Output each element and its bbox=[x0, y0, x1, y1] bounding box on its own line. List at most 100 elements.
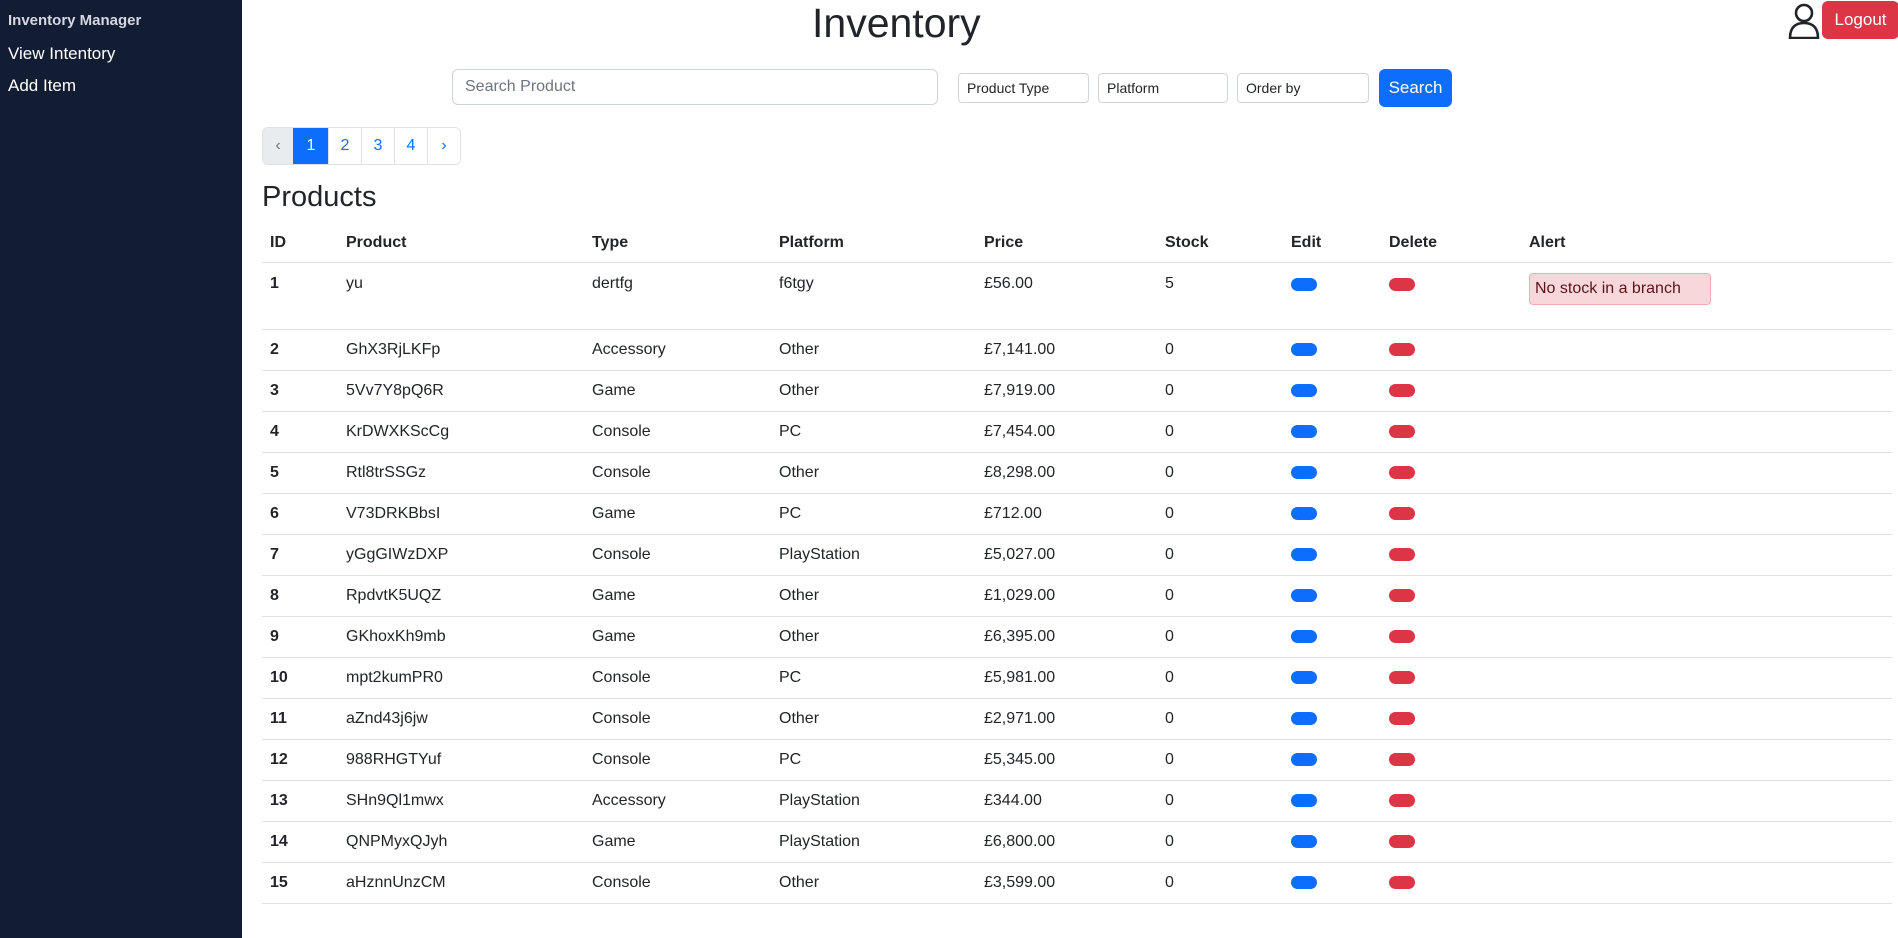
delete-button[interactable] bbox=[1389, 506, 1415, 520]
cell-delete bbox=[1381, 821, 1521, 863]
delete-button[interactable] bbox=[1389, 793, 1415, 807]
cell-product: aHznnUnzCM bbox=[338, 862, 584, 904]
sidebar-item-view-inventory[interactable]: View Intentory bbox=[8, 44, 115, 64]
cell-edit bbox=[1283, 657, 1381, 699]
cell-stock: 0 bbox=[1157, 780, 1283, 822]
delete-button[interactable] bbox=[1389, 752, 1415, 766]
search-input[interactable] bbox=[452, 69, 938, 105]
pagination-page-1[interactable]: 1 bbox=[293, 128, 328, 164]
cell-platform: PlayStation bbox=[771, 780, 976, 822]
cell-delete bbox=[1381, 370, 1521, 412]
pagination-page-2[interactable]: 2 bbox=[328, 128, 361, 164]
person-icon[interactable] bbox=[1788, 3, 1820, 39]
delete-button[interactable] bbox=[1389, 547, 1415, 561]
edit-button[interactable] bbox=[1291, 711, 1317, 725]
cell-type: Accessory bbox=[584, 329, 771, 371]
cell-id: 14 bbox=[262, 821, 338, 863]
cell-platform: PlayStation bbox=[771, 821, 976, 863]
sidebar: Inventory Manager View Intentory Add Ite… bbox=[0, 0, 242, 938]
cell-stock: 0 bbox=[1157, 575, 1283, 617]
products-table: ID Product Type Platform Price Stock Edit Delet… bbox=[262, 224, 1892, 904]
cell-price: £5,345.00 bbox=[976, 739, 1157, 781]
main-content: Inventory Logout Product Type Platform O… bbox=[242, 0, 1898, 938]
cell-platform: PC bbox=[771, 411, 976, 453]
cell-stock: 0 bbox=[1157, 493, 1283, 535]
pagination-page-4[interactable]: 4 bbox=[394, 128, 427, 164]
delete-button[interactable] bbox=[1389, 588, 1415, 602]
logout-button[interactable]: Logout bbox=[1822, 1, 1898, 39]
delete-button[interactable] bbox=[1389, 629, 1415, 643]
pagination-page-3[interactable]: 3 bbox=[361, 128, 394, 164]
delete-button[interactable] bbox=[1389, 875, 1415, 889]
table-row: 2 GhX3RjLKFp Accessory Other £7,141.00 0 bbox=[262, 329, 1892, 371]
edit-button[interactable] bbox=[1291, 670, 1317, 684]
cell-alert bbox=[1521, 821, 1892, 863]
cell-id: 3 bbox=[262, 370, 338, 412]
edit-button[interactable] bbox=[1291, 424, 1317, 438]
delete-button[interactable] bbox=[1389, 342, 1415, 356]
pagination-prev[interactable]: ‹ bbox=[263, 128, 293, 164]
table-row: 1 yu dertfg f6tgy £56.00 5 No stock in a branc… bbox=[262, 262, 1892, 330]
cell-alert bbox=[1521, 657, 1892, 699]
edit-button[interactable] bbox=[1291, 465, 1317, 479]
edit-button[interactable] bbox=[1291, 506, 1317, 520]
cell-platform: f6tgy bbox=[771, 262, 976, 330]
delete-button[interactable] bbox=[1389, 383, 1415, 397]
table-row: 12 988RHGTYuf Console PC £5,345.00 0 bbox=[262, 739, 1892, 781]
cell-delete bbox=[1381, 739, 1521, 781]
edit-button[interactable] bbox=[1291, 875, 1317, 889]
cell-price: £7,454.00 bbox=[976, 411, 1157, 453]
cell-edit bbox=[1283, 370, 1381, 412]
table-row: 7 yGgGIWzDXP Console PlayStation £5,027.00 0 bbox=[262, 534, 1892, 576]
cell-id: 12 bbox=[262, 739, 338, 781]
table-row: 15 aHznnUnzCM Console Other £3,599.00 0 bbox=[262, 862, 1892, 904]
column-header-platform: Platform bbox=[771, 224, 976, 263]
edit-button[interactable] bbox=[1291, 629, 1317, 643]
table-row: 8 RpdvtK5UQZ Game Other £1,029.00 0 bbox=[262, 575, 1892, 617]
edit-button[interactable] bbox=[1291, 547, 1317, 561]
pagination-next[interactable]: › bbox=[427, 128, 460, 164]
cell-alert bbox=[1521, 739, 1892, 781]
cell-type: Console bbox=[584, 657, 771, 699]
cell-product: V73DRKBbsI bbox=[338, 493, 584, 535]
edit-button[interactable] bbox=[1291, 342, 1317, 356]
cell-stock: 0 bbox=[1157, 452, 1283, 494]
delete-button[interactable] bbox=[1389, 834, 1415, 848]
column-header-alert: Alert bbox=[1521, 224, 1892, 263]
cell-product: yu bbox=[338, 262, 584, 330]
edit-button[interactable] bbox=[1291, 277, 1317, 291]
delete-button[interactable] bbox=[1389, 424, 1415, 438]
sidebar-item-add-item[interactable]: Add Item bbox=[8, 76, 76, 96]
order-by-select[interactable]: Order by bbox=[1237, 73, 1369, 103]
delete-button[interactable] bbox=[1389, 711, 1415, 725]
delete-button[interactable] bbox=[1389, 277, 1415, 291]
cell-price: £344.00 bbox=[976, 780, 1157, 822]
cell-edit bbox=[1283, 780, 1381, 822]
cell-id: 6 bbox=[262, 493, 338, 535]
cell-alert bbox=[1521, 411, 1892, 453]
delete-button[interactable] bbox=[1389, 465, 1415, 479]
edit-button[interactable] bbox=[1291, 588, 1317, 602]
cell-stock: 0 bbox=[1157, 698, 1283, 740]
cell-type: Console bbox=[584, 534, 771, 576]
cell-delete bbox=[1381, 329, 1521, 371]
cell-type: Console bbox=[584, 411, 771, 453]
platform-select[interactable]: Platform bbox=[1098, 73, 1228, 103]
product-type-select[interactable]: Product Type bbox=[958, 73, 1089, 103]
cell-price: £5,027.00 bbox=[976, 534, 1157, 576]
cell-alert bbox=[1521, 534, 1892, 576]
cell-delete bbox=[1381, 411, 1521, 453]
cell-edit bbox=[1283, 698, 1381, 740]
delete-button[interactable] bbox=[1389, 670, 1415, 684]
edit-button[interactable] bbox=[1291, 834, 1317, 848]
cell-product: yGgGIWzDXP bbox=[338, 534, 584, 576]
cell-product: mpt2kumPR0 bbox=[338, 657, 584, 699]
cell-edit bbox=[1283, 862, 1381, 904]
edit-button[interactable] bbox=[1291, 383, 1317, 397]
edit-button[interactable] bbox=[1291, 752, 1317, 766]
page-title: Inventory bbox=[812, 0, 981, 46]
edit-button[interactable] bbox=[1291, 793, 1317, 807]
cell-id: 10 bbox=[262, 657, 338, 699]
cell-delete bbox=[1381, 862, 1521, 904]
search-button[interactable]: Search bbox=[1379, 69, 1452, 107]
